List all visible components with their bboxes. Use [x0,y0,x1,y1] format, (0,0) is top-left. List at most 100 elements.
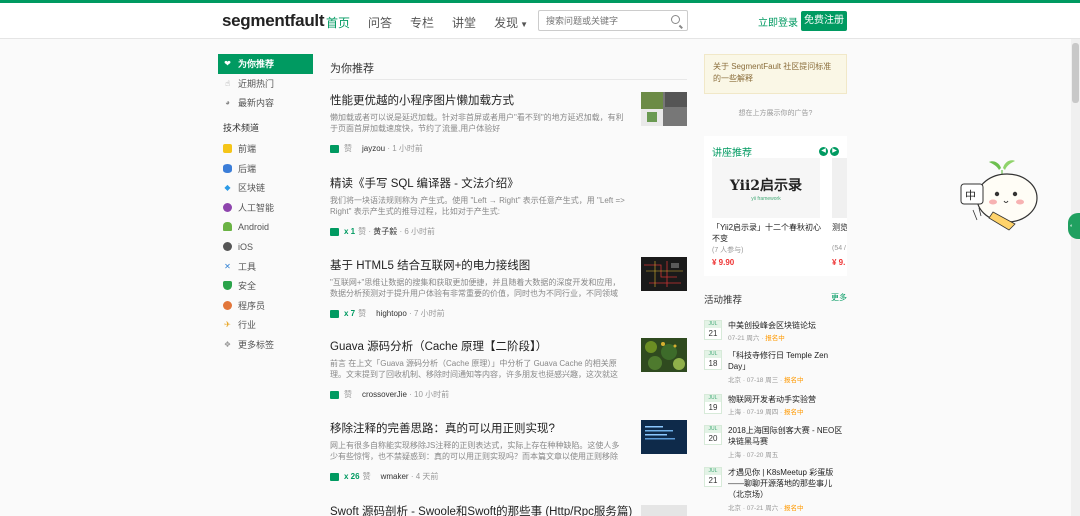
sidebar-item-label: Android [238,221,270,232]
date-day: 18 [708,359,718,368]
date-month: JUL [705,395,721,402]
meta-separator: · [397,227,405,236]
course-name[interactable]: 「Yii2启示录」十二个春秋初心不变 [712,222,822,244]
nav-lectures[interactable]: 讲堂 [452,14,476,31]
post-title[interactable]: 性能更优越的小程序图片懒加载方式 [330,92,687,108]
course-price: ¥ 9.90 [712,258,735,267]
activity-title[interactable]: 中美创投峰会区块链论坛 [728,320,846,331]
post-title[interactable]: Swoft 源码剖析 - Swoole和Swoft的那些事 (Http/Rpc服… [330,503,687,516]
nav-home[interactable]: 首页 [326,14,350,31]
frontend-icon [223,144,232,154]
ad-placeholder[interactable]: 想在上方展示你的广告? [704,108,847,118]
mascot-illustration[interactable]: 中 [953,154,1043,238]
like-count: x 26 [344,472,360,481]
post-title[interactable]: 精读《手写 SQL 编译器 - 文法介绍》 [330,175,687,191]
course-card[interactable] [832,158,847,218]
sidebar-item-blockchain[interactable]: ◆ 区块链 [218,178,313,198]
logo[interactable]: segmentfault [222,11,325,31]
search-box [538,10,688,31]
sidebar-item-more-tags[interactable]: ❖ 更多标签 [218,335,313,355]
like-count: x 7 [344,309,356,318]
post-author[interactable]: 黄子毅 [373,226,397,237]
nav-questions[interactable]: 问答 [368,14,392,31]
sidebar-item-label: 后端 [238,163,257,174]
search-input[interactable] [539,11,664,30]
sidebar-item-tools[interactable]: ✕ 工具 [218,256,313,276]
course-banner-subtitle: yii framework [751,195,781,202]
nav-discover[interactable]: 发现 ▼ [494,14,528,31]
sidebar-item-programmer[interactable]: 程序员 [218,296,313,316]
notice-box[interactable]: 关于 SegmentFault 社区提问标准的一些解释 [704,54,847,94]
course-banner-title: Yii2启示录 [729,177,803,194]
post-title[interactable]: 移除注释的完善思路：真的可以用正则实现? [330,420,687,436]
sidebar-item-security[interactable]: 安全 [218,276,313,296]
activity-title[interactable]: 「科技寺修行日 Temple Zen Day」 [728,350,846,372]
post-author[interactable]: jayzou [362,144,385,153]
post-meta: 赞 jayzou · 1 小时前 [330,143,687,154]
caret-down-icon: ▼ [520,20,528,29]
courses-header: 讲座推荐 ◀ ▶ [704,136,847,159]
sidebar-item-ios[interactable]: iOS [218,237,313,257]
post-title[interactable]: Guava 源码分析（Cache 原理【二阶段】） [330,338,687,354]
sidebar-item-hot[interactable]: ☝ 近期热门 [218,74,313,94]
activity-title[interactable]: 物联网开发者动手实验营 [728,394,846,405]
activity-meta: 07-21 周六 · 报名中 [728,332,785,342]
date-badge: JUL 21 [704,320,722,340]
arrow-left-icon[interactable]: ◀ [819,147,828,156]
activity-title[interactable]: 才遇见你 | K8sMeetup 彩蛋版——聊聊开源落地的那些事儿（北京场） [728,467,846,500]
sidebar-item-industry[interactable]: ✈ 行业 [218,315,313,335]
arrow-right-icon[interactable]: ▶ [830,147,839,156]
post-item: Swoft 源码剖析 - Swoole和Swoft的那些事 (Http/Rpc服… [330,503,687,516]
scrollbar-thumb[interactable] [1072,43,1079,103]
post-thumbnail[interactable] [641,92,687,126]
date-month: JUL [705,468,721,475]
date-badge: JUL 20 [704,425,722,445]
course-card[interactable]: Yii2启示录 yii framework [712,158,820,218]
activity-date: 07-21 周六 [746,505,779,512]
post-thumbnail[interactable] [641,420,687,454]
sidebar-item-backend[interactable]: 后端 [218,158,313,178]
like-icon[interactable] [330,227,339,236]
sidebar-item-label: 为你推荐 [238,59,275,70]
mascot-sign-text: 中 [965,189,976,202]
post-thumbnail[interactable] [641,257,687,291]
activity-meta: 北京 · 07-18 周三 · 报名中 [728,374,804,384]
like-icon[interactable] [330,144,339,153]
date-day: 19 [708,403,718,412]
post-author[interactable]: hightopo [376,309,407,318]
post-author[interactable]: crossoverJie [362,390,407,399]
android-icon [223,222,232,232]
post-excerpt: 前言 在上文「Guava 源码分析（Cache 原理）」中分析了 Guava C… [330,359,618,379]
like-icon[interactable] [330,309,339,318]
like-icon[interactable] [330,472,339,481]
header: segmentfault 首页 问答 专栏 讲堂 发现▼ 立即登录 免费注册 [0,3,1080,39]
post-thumbnail[interactable] [641,338,687,372]
tags-icon: ❖ [223,340,232,350]
sidebar-item-recommended[interactable]: ❤ 为你推荐 [218,54,313,74]
activity-date: 07-21 周六 [728,335,760,342]
sidebar-item-latest[interactable]: ◕ 最新内容 [218,93,313,113]
post-meta: x 7 赞 hightopo · 7 小时前 [330,308,687,319]
nav-columns[interactable]: 专栏 [410,14,434,31]
like-icon[interactable] [330,390,339,399]
like-label: 赞 [358,309,367,318]
post-author[interactable]: wmaker [381,472,409,481]
page-scrollbar[interactable] [1071,39,1080,516]
activity-city: 北京 [728,377,741,384]
activities-more-link[interactable]: 更多 [831,292,847,306]
post-time: 7 小时前 [413,309,445,318]
sidebar-item-android[interactable]: Android [218,217,313,237]
post-item: 性能更优越的小程序图片懒加载方式 懒加载或者可以说是延迟加载。针对非首屏或者用户… [330,92,687,154]
login-link[interactable]: 立即登录 [758,14,798,29]
activity-title[interactable]: 2018上海国际创客大赛 - NEO区块链黑马赛 [728,425,846,447]
sidebar-item-frontend[interactable]: 前端 [218,139,313,159]
course-name[interactable]: 测览优化 [832,222,847,233]
post-thumbnail[interactable] [641,505,687,516]
sidebar-item-ai[interactable]: 人工智能 [218,198,313,218]
search-icon[interactable] [671,15,680,24]
activity-meta: 上海 · 07-19 周四 · 报名中 [728,406,804,416]
floating-side-button[interactable]: ◐ [1068,213,1080,239]
post-title[interactable]: 基于 HTML5 结合互联网+的电力接线图 [330,257,687,273]
post-excerpt: 我们将一块语法规则称为 产生式。使用 "Left → Right" 表示任意产生… [330,196,625,216]
register-button[interactable]: 免费注册 [801,11,847,31]
